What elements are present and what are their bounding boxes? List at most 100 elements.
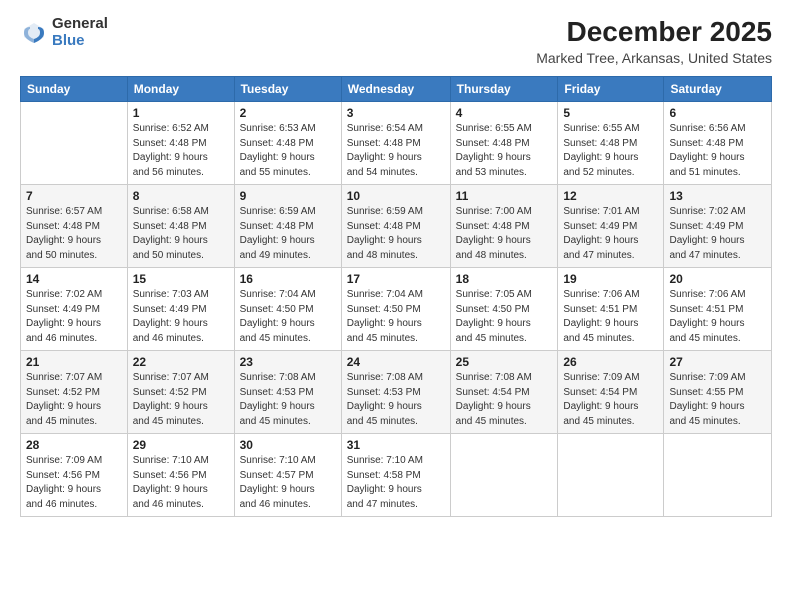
day-info: Sunrise: 7:06 AMSunset: 4:51 PMDaylight:… <box>669 288 766 346</box>
table-row: 29 Sunrise: 7:10 AMSunset: 4:56 PMDayligh… <box>127 434 234 517</box>
day-info: Sunrise: 7:04 AMSunset: 4:50 PMDaylight:… <box>240 288 336 346</box>
table-row: 11 Sunrise: 7:00 AMSunset: 4:48 PMDayligh… <box>450 185 558 268</box>
table-row: 9 Sunrise: 6:59 AMSunset: 4:48 PMDaylight… <box>234 185 341 268</box>
calendar-table: Sunday Monday Tuesday Wednesday Thursday… <box>20 76 772 517</box>
calendar-week-row: 7 Sunrise: 6:57 AMSunset: 4:48 PMDaylight… <box>21 185 772 268</box>
table-row: 1 Sunrise: 6:52 AMSunset: 4:48 PMDaylight… <box>127 102 234 185</box>
table-row: 30 Sunrise: 7:10 AMSunset: 4:57 PMDayligh… <box>234 434 341 517</box>
day-number: 4 <box>456 106 553 120</box>
day-number: 13 <box>669 189 766 203</box>
day-number: 24 <box>347 355 445 369</box>
day-number: 29 <box>133 438 229 452</box>
table-row: 15Sunrise: 7:03 AMSunset: 4:49 PMDayligh… <box>127 268 234 351</box>
day-number: 11 <box>456 189 553 203</box>
header-friday: Friday <box>558 77 664 102</box>
table-row: 14Sunrise: 7:02 AMSunset: 4:49 PMDayligh… <box>21 268 128 351</box>
day-number: 19 <box>563 272 658 286</box>
day-info: Sunrise: 7:09 AMSunset: 4:54 PMDaylight:… <box>563 371 658 429</box>
day-info: Sunrise: 7:05 AMSunset: 4:50 PMDaylight:… <box>456 288 553 346</box>
day-number: 1 <box>133 106 229 120</box>
day-number: 5 <box>563 106 658 120</box>
header-thursday: Thursday <box>450 77 558 102</box>
table-row: 2Sunrise: 6:53 AMSunset: 4:48 PMDaylight… <box>234 102 341 185</box>
day-number: 25 <box>456 355 553 369</box>
day-number: 17 <box>347 272 445 286</box>
logo-icon <box>20 19 48 47</box>
table-row: 4 Sunrise: 6:55 AMSunset: 4:48 PMDaylight… <box>450 102 558 185</box>
table-row: 26 Sunrise: 7:09 AMSunset: 4:54 PMDayligh… <box>558 351 664 434</box>
table-row: 20 Sunrise: 7:06 AMSunset: 4:51 PMDayligh… <box>664 268 772 351</box>
table-row: 27Sunrise: 7:09 AMSunset: 4:55 PMDayligh… <box>664 351 772 434</box>
calendar-week-row: 28 Sunrise: 7:09 AMSunset: 4:56 PMDayligh… <box>21 434 772 517</box>
table-row: 18 Sunrise: 7:05 AMSunset: 4:50 PMDayligh… <box>450 268 558 351</box>
day-info: Sunrise: 7:03 AMSunset: 4:49 PMDaylight:… <box>133 288 229 346</box>
day-info: Sunrise: 6:57 AMSunset: 4:48 PMDaylight:… <box>26 205 122 263</box>
day-info: Sunrise: 7:10 AMSunset: 4:58 PMDaylight:… <box>347 454 445 512</box>
day-info: Sunrise: 7:07 AMSunset: 4:52 PMDaylight:… <box>26 371 122 429</box>
table-row <box>21 102 128 185</box>
day-number: 9 <box>240 189 336 203</box>
day-number: 27 <box>669 355 766 369</box>
day-info: Sunrise: 6:59 AMSunset: 4:48 PMDaylight:… <box>240 205 336 263</box>
calendar-week-row: 14Sunrise: 7:02 AMSunset: 4:49 PMDayligh… <box>21 268 772 351</box>
calendar-week-row: 1 Sunrise: 6:52 AMSunset: 4:48 PMDaylight… <box>21 102 772 185</box>
day-number: 30 <box>240 438 336 452</box>
day-number: 26 <box>563 355 658 369</box>
day-number: 21 <box>26 355 122 369</box>
day-number: 6 <box>669 106 766 120</box>
table-row: 22Sunrise: 7:07 AMSunset: 4:52 PMDayligh… <box>127 351 234 434</box>
day-info: Sunrise: 7:08 AMSunset: 4:54 PMDaylight:… <box>456 371 553 429</box>
table-row: 23 Sunrise: 7:08 AMSunset: 4:53 PMDayligh… <box>234 351 341 434</box>
day-number: 18 <box>456 272 553 286</box>
day-number: 22 <box>133 355 229 369</box>
day-number: 10 <box>347 189 445 203</box>
day-info: Sunrise: 7:06 AMSunset: 4:51 PMDaylight:… <box>563 288 658 346</box>
logo-blue-text: Blue <box>52 33 108 50</box>
table-row: 16 Sunrise: 7:04 AMSunset: 4:50 PMDayligh… <box>234 268 341 351</box>
day-info: Sunrise: 7:10 AMSunset: 4:56 PMDaylight:… <box>133 454 229 512</box>
day-info: Sunrise: 6:55 AMSunset: 4:48 PMDaylight:… <box>456 122 553 180</box>
day-info: Sunrise: 7:04 AMSunset: 4:50 PMDaylight:… <box>347 288 445 346</box>
day-info: Sunrise: 7:00 AMSunset: 4:48 PMDaylight:… <box>456 205 553 263</box>
table-row: 5 Sunrise: 6:55 AMSunset: 4:48 PMDaylight… <box>558 102 664 185</box>
day-info: Sunrise: 7:08 AMSunset: 4:53 PMDaylight:… <box>240 371 336 429</box>
table-row: 13 Sunrise: 7:02 AMSunset: 4:49 PMDayligh… <box>664 185 772 268</box>
table-row <box>450 434 558 517</box>
table-row <box>558 434 664 517</box>
table-row: 28 Sunrise: 7:09 AMSunset: 4:56 PMDayligh… <box>21 434 128 517</box>
day-number: 16 <box>240 272 336 286</box>
day-info: Sunrise: 6:56 AMSunset: 4:48 PMDaylight:… <box>669 122 766 180</box>
day-info: Sunrise: 6:55 AMSunset: 4:48 PMDaylight:… <box>563 122 658 180</box>
day-number: 7 <box>26 189 122 203</box>
day-number: 20 <box>669 272 766 286</box>
day-info: Sunrise: 6:52 AMSunset: 4:48 PMDaylight:… <box>133 122 229 180</box>
table-row: 24 Sunrise: 7:08 AMSunset: 4:53 PMDayligh… <box>341 351 450 434</box>
day-info: Sunrise: 7:10 AMSunset: 4:57 PMDaylight:… <box>240 454 336 512</box>
header-wednesday: Wednesday <box>341 77 450 102</box>
calendar-subtitle: Marked Tree, Arkansas, United States <box>536 50 772 66</box>
logo-general-text: General <box>52 16 108 33</box>
logo: General Blue <box>20 16 108 49</box>
header-tuesday: Tuesday <box>234 77 341 102</box>
day-number: 12 <box>563 189 658 203</box>
table-row: 3Sunrise: 6:54 AMSunset: 4:48 PMDaylight… <box>341 102 450 185</box>
day-number: 28 <box>26 438 122 452</box>
title-block: December 2025 Marked Tree, Arkansas, Uni… <box>536 16 772 66</box>
header-monday: Monday <box>127 77 234 102</box>
day-number: 23 <box>240 355 336 369</box>
day-number: 31 <box>347 438 445 452</box>
day-info: Sunrise: 7:08 AMSunset: 4:53 PMDaylight:… <box>347 371 445 429</box>
table-row: 6 Sunrise: 6:56 AMSunset: 4:48 PMDaylight… <box>664 102 772 185</box>
calendar-title: December 2025 <box>536 16 772 48</box>
table-row: 25 Sunrise: 7:08 AMSunset: 4:54 PMDayligh… <box>450 351 558 434</box>
day-number: 3 <box>347 106 445 120</box>
day-number: 2 <box>240 106 336 120</box>
calendar-week-row: 21 Sunrise: 7:07 AMSunset: 4:52 PMDayligh… <box>21 351 772 434</box>
table-row: 8Sunrise: 6:58 AMSunset: 4:48 PMDaylight… <box>127 185 234 268</box>
day-info: Sunrise: 7:09 AMSunset: 4:56 PMDaylight:… <box>26 454 122 512</box>
table-row: 17 Sunrise: 7:04 AMSunset: 4:50 PMDayligh… <box>341 268 450 351</box>
day-info: Sunrise: 7:02 AMSunset: 4:49 PMDaylight:… <box>669 205 766 263</box>
day-info: Sunrise: 6:58 AMSunset: 4:48 PMDaylight:… <box>133 205 229 263</box>
table-row: 19 Sunrise: 7:06 AMSunset: 4:51 PMDayligh… <box>558 268 664 351</box>
logo-text: General Blue <box>52 16 108 49</box>
